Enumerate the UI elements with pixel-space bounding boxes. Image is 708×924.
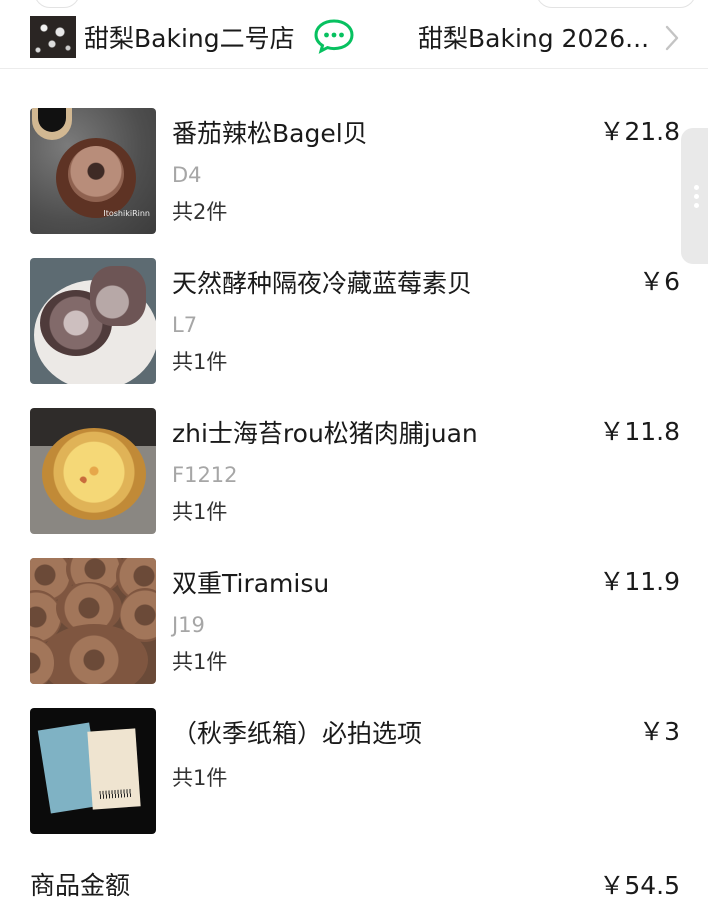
subtotal-label: 商品金额 bbox=[30, 871, 131, 900]
item-code: D4 bbox=[172, 163, 202, 187]
chevron-right-icon[interactable] bbox=[664, 24, 680, 52]
product-image bbox=[30, 258, 156, 384]
item-name: （秋季纸箱）必拍选项 bbox=[172, 719, 423, 748]
item-name: 双重Tiramisu bbox=[172, 569, 330, 598]
item-name: zhi士海苔rou松猪肉脯juan bbox=[172, 419, 478, 448]
product-image: ItoshikiRinn bbox=[30, 108, 156, 234]
shop-header[interactable]: 甜梨Baking二号店 甜梨Baking 2026... bbox=[0, 10, 708, 69]
order-item[interactable]: 天然酵种隔夜冷藏蓝莓素贝 L7 共1件 ￥6 bbox=[0, 258, 708, 384]
item-quantity: 共1件 bbox=[172, 500, 228, 524]
top-clipped-bar bbox=[0, 0, 708, 10]
order-item[interactable]: zhi士海苔rou松猪肉脯juan F1212 共1件 ￥11.8 bbox=[0, 408, 708, 534]
product-image bbox=[30, 708, 156, 834]
shop-logo bbox=[30, 16, 76, 58]
item-price: ￥6 bbox=[639, 267, 680, 296]
item-price: ￥21.8 bbox=[599, 117, 680, 146]
subtotal-value: ￥54.5 bbox=[599, 871, 680, 900]
wechat-chat-icon[interactable] bbox=[314, 18, 354, 54]
shop-name[interactable]: 甜梨Baking二号店 bbox=[84, 19, 295, 55]
product-image bbox=[30, 558, 156, 684]
item-quantity: 共2件 bbox=[172, 200, 228, 224]
item-quantity: 共1件 bbox=[172, 650, 228, 674]
item-name: 天然酵种隔夜冷藏蓝莓素贝 bbox=[172, 269, 473, 298]
item-price: ￥11.9 bbox=[599, 567, 680, 596]
item-price: ￥11.8 bbox=[599, 417, 680, 446]
product-image bbox=[30, 408, 156, 534]
item-code: F1212 bbox=[172, 463, 238, 487]
item-code: J19 bbox=[172, 613, 205, 637]
order-item[interactable]: ItoshikiRinn 番茄辣松Bagel贝 D4 共2件 ￥21.8 bbox=[0, 108, 708, 234]
item-quantity: 共1件 bbox=[172, 350, 228, 374]
order-item[interactable]: 双重Tiramisu J19 共1件 ￥11.9 bbox=[0, 558, 708, 684]
clipped-button-left[interactable] bbox=[34, 0, 80, 8]
clipped-button-right[interactable] bbox=[536, 0, 696, 8]
more-vertical-icon[interactable] bbox=[681, 128, 708, 264]
item-name: 番茄辣松Bagel贝 bbox=[172, 119, 368, 148]
item-quantity: 共1件 bbox=[172, 766, 228, 790]
shop-order-link[interactable]: 甜梨Baking 2026... bbox=[418, 19, 658, 55]
order-item[interactable]: （秋季纸箱）必拍选项 共1件 ￥3 bbox=[0, 708, 708, 834]
item-price: ￥3 bbox=[639, 717, 680, 746]
item-code: L7 bbox=[172, 313, 198, 337]
